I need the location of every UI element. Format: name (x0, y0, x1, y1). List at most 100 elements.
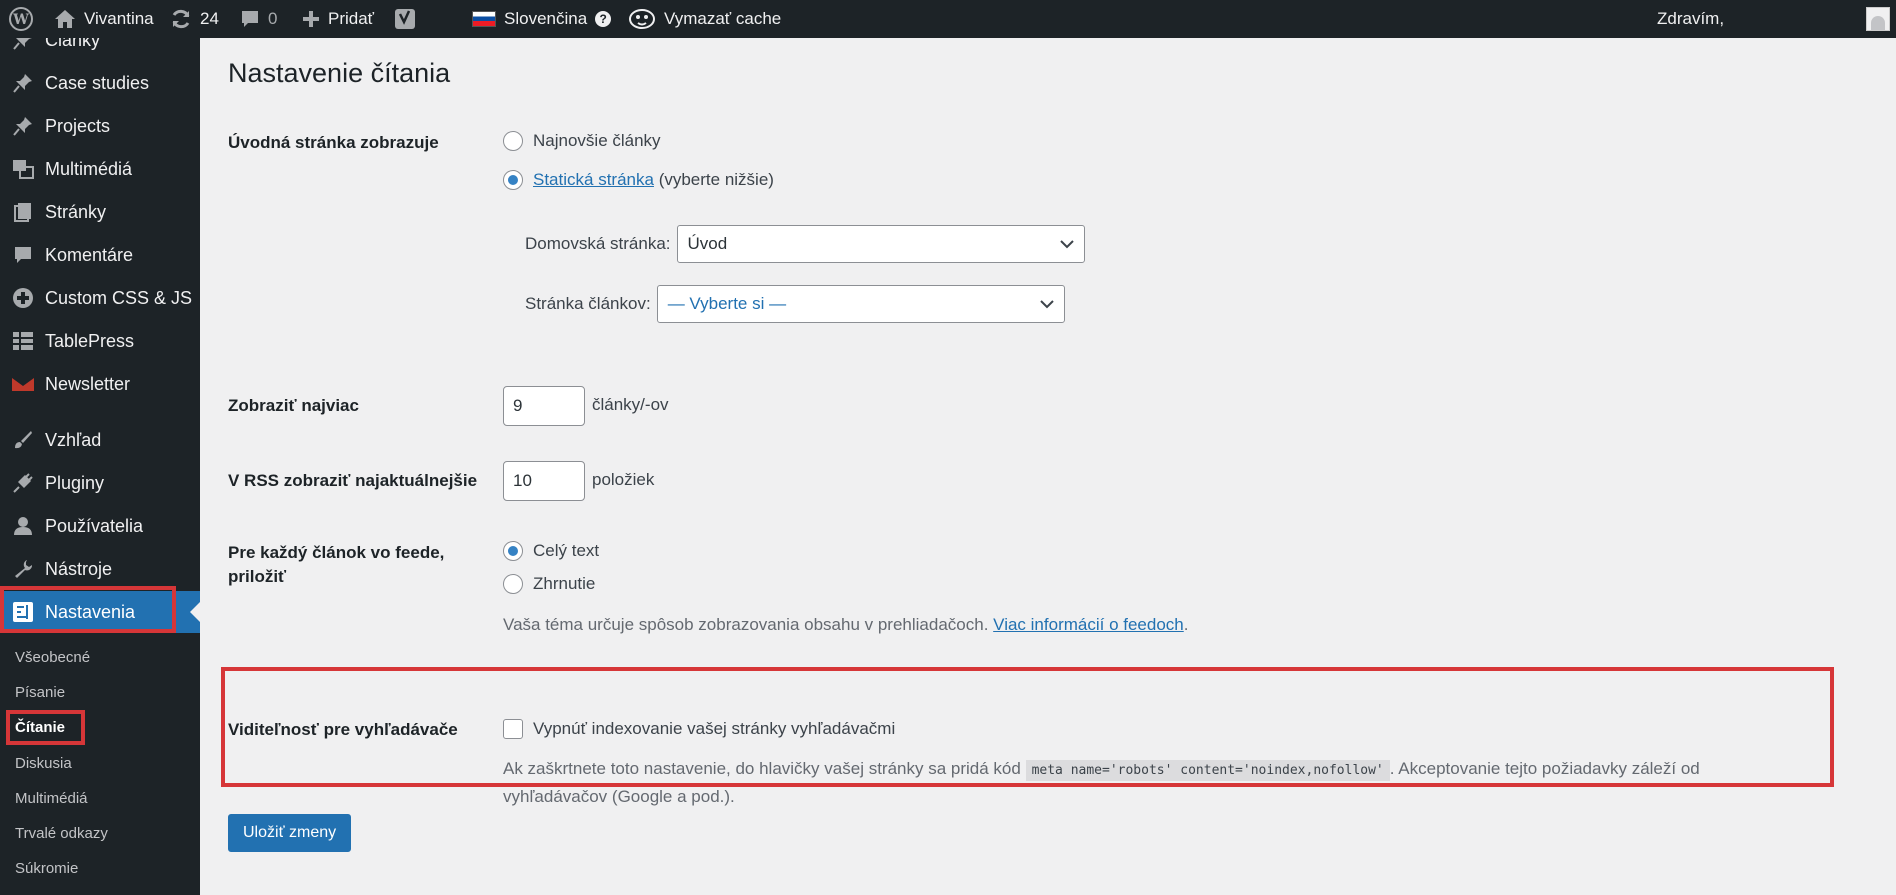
submenu-media[interactable]: Multimédiá (15, 785, 88, 811)
feed-description: Vaša téma určuje spôsob zobrazovania obs… (503, 612, 1188, 638)
posts-page-select[interactable]: — Vyberte si — (656, 285, 1065, 323)
menu-label: Články (45, 38, 101, 50)
radio-latest-posts[interactable]: Najnovšie články (503, 131, 661, 151)
page-title: Nastavenie čítania (228, 58, 451, 88)
submenu-privacy[interactable]: Súkromie (15, 855, 78, 881)
menu-item-pages[interactable]: Stránky (0, 191, 200, 233)
menu-item-tablepress[interactable]: TablePress (0, 320, 200, 362)
menu-label: Vzhľad (45, 429, 102, 450)
greeting: Zdravím, (1657, 9, 1725, 28)
cache-label: Vymazať cache (664, 9, 782, 28)
robots-meta-code: meta name='robots' content='noindex,nofo… (1025, 760, 1390, 781)
menu-item-settings[interactable]: Nastavenia (0, 591, 200, 633)
static-page-link[interactable]: Statická stránka (533, 170, 654, 189)
posts-per-page-input[interactable]: 9 (503, 386, 585, 426)
chevron-down-icon (1039, 294, 1054, 314)
home-icon (54, 9, 76, 29)
radio-button[interactable] (503, 541, 523, 561)
discourage-search-checkbox[interactable] (503, 719, 523, 739)
yoast-icon (394, 7, 416, 31)
radio-static-page[interactable]: Statická stránka (vyberte nižšie) (503, 170, 774, 190)
posts-per-page-label: Zobraziť najviac (228, 396, 359, 415)
submenu-discussion[interactable]: Diskusia (15, 750, 72, 776)
menu-item-comments[interactable]: Komentáre (0, 234, 200, 276)
menu-label: Case studies (45, 72, 150, 93)
homepage-label: Domovská stránka: (525, 234, 671, 253)
menu-item-case-studies[interactable]: Case studies (0, 62, 200, 104)
submenu-writing[interactable]: Písanie (15, 679, 65, 705)
radio-label: Celý text (533, 541, 600, 560)
rss-items-input[interactable]: 10 (503, 461, 585, 501)
chevron-down-icon (1059, 234, 1074, 254)
menu-item-projects[interactable]: Projects (0, 105, 200, 147)
comment-bubble-icon (240, 9, 260, 29)
radio-button[interactable] (503, 170, 523, 190)
menu-label: Stránky (45, 201, 107, 222)
comment-icon (0, 245, 45, 265)
menu-item-appearance[interactable]: Vzhľad (0, 419, 200, 461)
feed-desc-end: . (1183, 615, 1189, 634)
menu-item-tools[interactable]: Nástroje (0, 548, 200, 590)
menu-item-newsletter[interactable]: Newsletter (0, 363, 200, 405)
yoast-seo-menu[interactable] (394, 0, 416, 38)
rss-items-label: V RSS zobraziť najaktuálnejšie (228, 471, 478, 490)
language-switcher[interactable]: Slovenčina ? (472, 0, 612, 38)
my-account-menu[interactable]: Zdravím, (1657, 0, 1724, 38)
site-name: Vivantina (84, 9, 154, 28)
radio-full-text[interactable]: Celý text (503, 541, 599, 561)
front-page-label: Úvodná stránka zobrazuje (228, 133, 439, 152)
cache-cheetah-icon (628, 7, 656, 31)
search-visibility-description: Ak zaškrtnete toto nastavenie, do hlavič… (503, 756, 1803, 810)
settings-icon (0, 601, 45, 623)
comments-link[interactable]: 0 (240, 0, 277, 38)
submenu-general[interactable]: Všeobecné (15, 644, 90, 670)
submenu-reading[interactable]: Čítanie (15, 714, 65, 740)
language-label: Slovenčina (504, 9, 588, 28)
menu-label: Custom CSS & JS (45, 287, 193, 308)
menu-item-plugins[interactable]: Pluginy (0, 462, 200, 504)
static-page-hint: (vyberte nižšie) (658, 170, 774, 189)
menu-label: Komentáre (45, 244, 134, 265)
feed-content-label: Pre každý článok vo feede, priložiť (228, 541, 444, 589)
menu-item-users[interactable]: Používatelia (0, 505, 200, 547)
menu-label: TablePress (45, 330, 135, 351)
comments-count: 0 (268, 9, 278, 28)
radio-label: Zhrnutie (533, 574, 596, 593)
new-label: Pridať (328, 9, 375, 28)
admin-sidebar: Články Case studies Projects Multimédiá … (0, 38, 200, 895)
submenu-permalinks[interactable]: Trvalé odkazy (15, 820, 108, 846)
help-icon: ? (595, 11, 612, 27)
posts-page-row: Stránka článkov: — Vyberte si — (525, 285, 1065, 323)
menu-item-custom-css-js[interactable]: Custom CSS & JS (0, 277, 200, 319)
homepage-select[interactable]: Úvod (676, 225, 1085, 263)
admin-bar: W Vivantina 24 0 Pridať Slovenčina ? Vym… (0, 0, 1896, 38)
discourage-search-checkbox-row[interactable]: Vypnúť indexovanie vašej stránky vyhľadá… (503, 719, 895, 739)
menu-item-media[interactable]: Multimédiá (0, 148, 200, 190)
site-name-link[interactable]: Vivantina (54, 0, 154, 38)
menu-item-posts[interactable]: Články (0, 38, 200, 61)
clear-cache-button[interactable]: Vymazať cache (628, 0, 781, 38)
radio-summary[interactable]: Zhrnutie (503, 574, 595, 594)
table-icon (0, 331, 45, 351)
avatar-button[interactable] (1866, 0, 1890, 38)
save-changes-button[interactable]: Uložiť zmeny (228, 814, 352, 852)
menu-label: Projects (45, 115, 111, 136)
homepage-value: Úvod (687, 234, 728, 253)
checkbox-label: Vypnúť indexovanie vašej stránky vyhľadá… (533, 719, 896, 738)
search-desc-line2: vyhľadávačov (Google a pod.). (503, 787, 735, 806)
updates-count: 24 (200, 9, 219, 28)
feed-info-link[interactable]: Viac informácií o feedoch (993, 615, 1184, 634)
new-content-link[interactable]: Pridať (302, 0, 374, 38)
feed-label-line2: priložiť (228, 567, 287, 586)
slovak-flag-icon (472, 11, 496, 27)
radio-button[interactable] (503, 131, 523, 151)
menu-label: Multimédiá (45, 158, 133, 179)
plug-icon (0, 473, 45, 493)
wordpress-logo-button[interactable]: W (8, 0, 34, 38)
radio-label: Najnovšie články (533, 131, 661, 150)
posts-per-page-suffix: články/-ov (592, 395, 669, 414)
plus-circle-icon (0, 287, 45, 309)
main-content: Nastavenie čítania Úvodná stránka zobraz… (200, 38, 1896, 895)
updates-link[interactable]: 24 (170, 0, 219, 38)
radio-button[interactable] (503, 574, 523, 594)
